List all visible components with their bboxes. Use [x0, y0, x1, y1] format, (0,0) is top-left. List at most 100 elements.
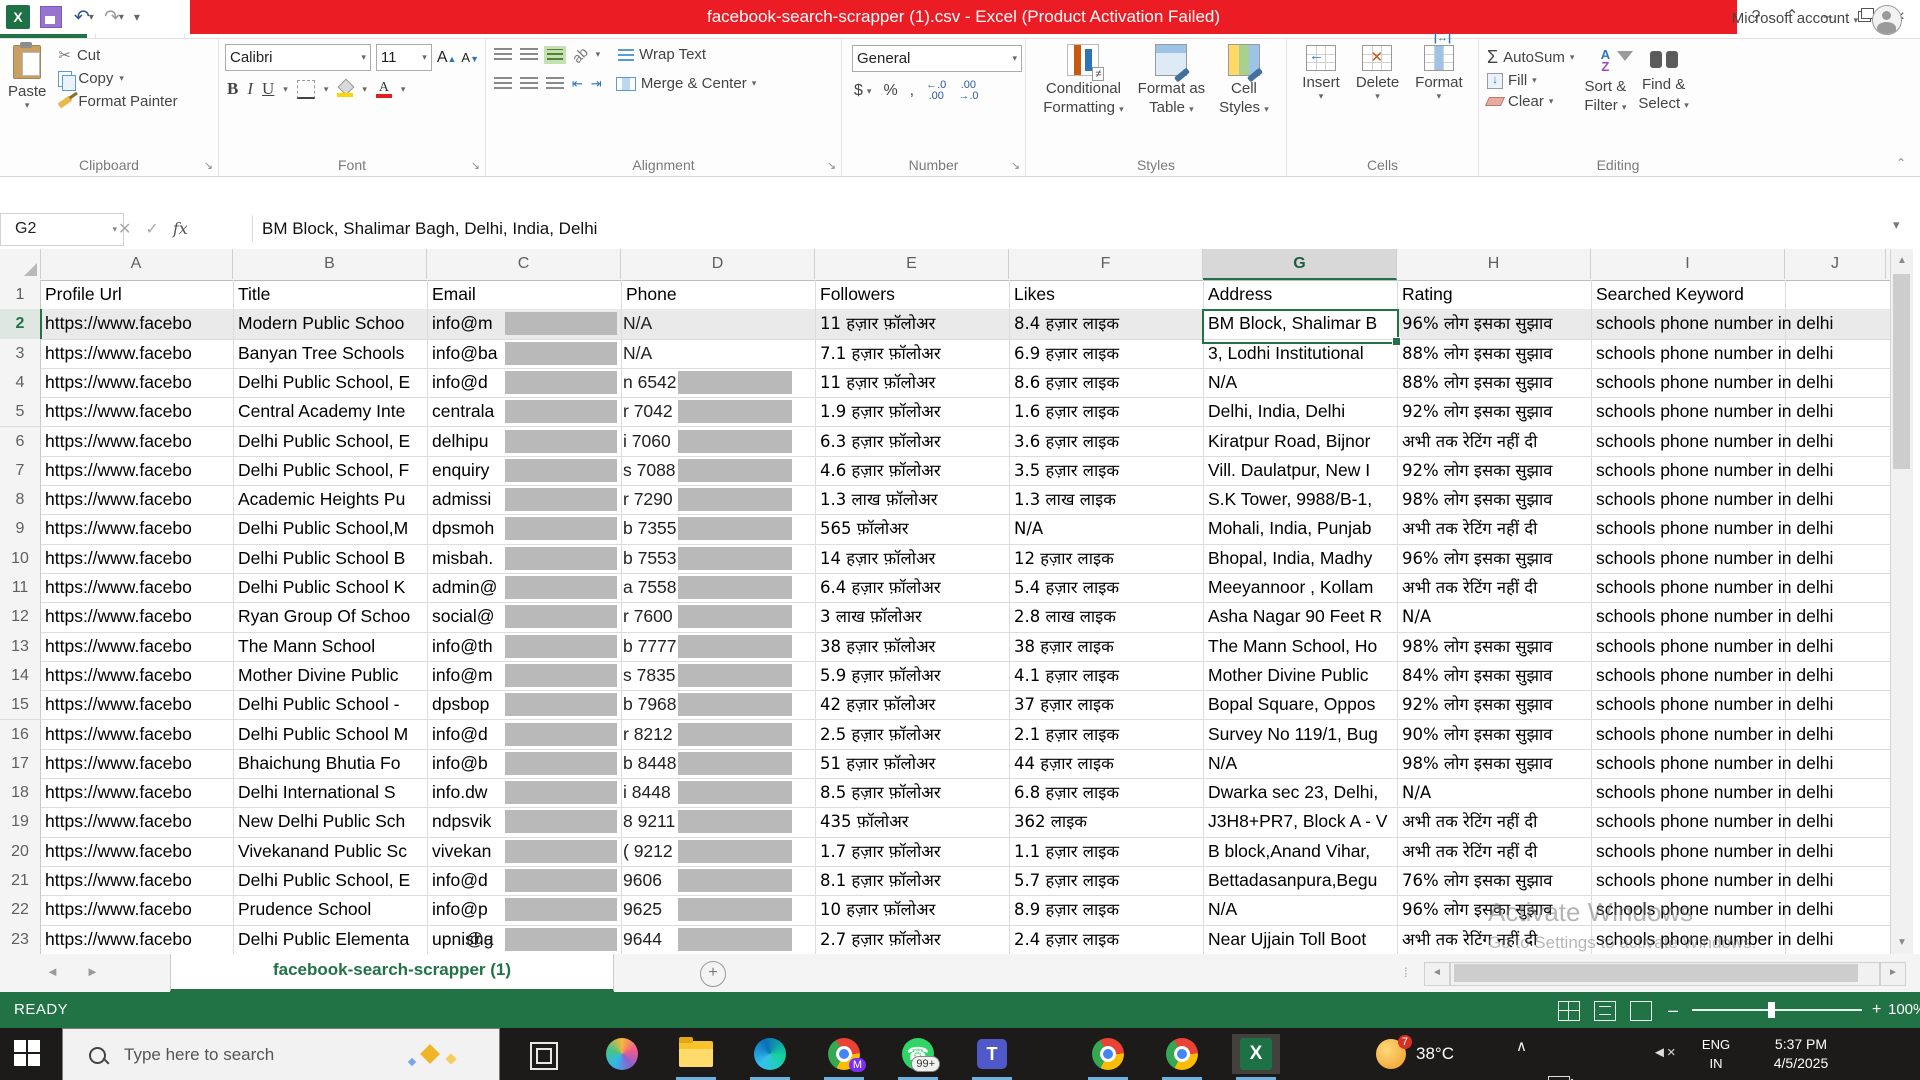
page-break-view-icon[interactable] — [1630, 1001, 1652, 1021]
cell-followers[interactable]: 5.9 हज़ार फ़ॉलोअर — [815, 661, 1010, 690]
account-avatar[interactable] — [1872, 5, 1902, 35]
cell-rating[interactable]: 84% लोग इसका सुझाव — [1397, 661, 1592, 690]
cell-title[interactable]: Delhi Public School, F — [233, 456, 428, 485]
cell-address[interactable]: Kiratpur Road, Bijnor — [1203, 427, 1398, 456]
expand-formula-bar-icon[interactable]: ▾ — [1893, 217, 1900, 233]
cell-address[interactable]: S.K Tower, 9988/B-1, — [1203, 485, 1398, 514]
cell-searched-keyword[interactable]: schools phone number in delhi — [1591, 632, 1786, 661]
cell-searched-keyword[interactable]: schools phone number in delhi — [1591, 690, 1786, 719]
cell-title[interactable]: Banyan Tree Schools — [233, 339, 428, 368]
autosum-button[interactable]: ΣAutoSum▾ — [1487, 47, 1574, 68]
cell-profile-url[interactable]: https://www.facebo — [40, 514, 234, 543]
cell-address[interactable]: B block,Anand Vihar, — [1203, 837, 1398, 866]
cell-rating[interactable]: 96% लोग इसका सुझाव — [1397, 309, 1592, 338]
cell-address[interactable]: Bhopal, India, Madhy — [1203, 544, 1398, 573]
teams-icon[interactable]: T — [968, 1034, 1016, 1074]
microsoft-account[interactable]: Microsoft account ▾ — [1732, 0, 1858, 39]
conditional-formatting-button[interactable]: ConditionalFormatting ▾ — [1036, 39, 1130, 119]
row-header-23[interactable]: 23 — [0, 925, 41, 954]
edge-icon[interactable] — [746, 1034, 794, 1074]
cell-rating[interactable]: अभी तक रेटिंग नहीं दी — [1397, 427, 1592, 456]
cell[interactable]: Phone — [621, 280, 816, 309]
cell-profile-url[interactable]: https://www.facebo — [40, 661, 234, 690]
cell-title[interactable]: New Delhi Public Sch — [233, 807, 428, 836]
chrome-gmail-icon[interactable]: M — [820, 1034, 868, 1074]
cell-followers[interactable]: 10 हज़ार फ़ॉलोअर — [815, 895, 1010, 924]
cell-rating[interactable]: अभी तक रेटिंग नहीं दी — [1397, 573, 1592, 602]
sheet-tab[interactable]: facebook-search-scrapper (1) — [170, 954, 614, 992]
cell-followers[interactable]: 1.7 हज़ार फ़ॉलोअर — [815, 837, 1010, 866]
cell-likes[interactable]: 8.9 हज़ार लाइक — [1009, 895, 1204, 924]
column-header-C[interactable]: C — [427, 249, 621, 279]
cell[interactable] — [1785, 632, 1890, 661]
cell-profile-url[interactable]: https://www.facebo — [40, 895, 234, 924]
fill-color-icon[interactable] — [337, 81, 353, 97]
cell-title[interactable]: Central Academy Inte — [233, 397, 428, 426]
copy-button[interactable]: Copy▾ — [54, 67, 181, 90]
cell-likes[interactable]: 2.4 हज़ार लाइक — [1009, 925, 1204, 954]
format-cells-button[interactable]: |↔| Format▾ — [1407, 39, 1471, 102]
cell-address[interactable]: N/A — [1203, 749, 1398, 778]
cell-searched-keyword[interactable]: schools phone number in delhi — [1591, 573, 1786, 602]
cell-rating[interactable]: 98% लोग इसका सुझाव — [1397, 632, 1592, 661]
row-header-16[interactable]: 16 — [0, 720, 41, 749]
align-bottom-icon[interactable] — [546, 48, 564, 62]
cut-button[interactable]: ✂Cut — [54, 43, 181, 67]
row-header-7[interactable]: 7 — [0, 456, 41, 485]
cell-likes[interactable]: 37 हज़ार लाइक — [1009, 690, 1204, 719]
cell[interactable] — [1785, 925, 1890, 954]
cell-followers[interactable]: 14 हज़ार फ़ॉलोअर — [815, 544, 1010, 573]
cell-profile-url[interactable]: https://www.facebo — [40, 807, 234, 836]
row-header-17[interactable]: 17 — [0, 749, 41, 778]
cell[interactable]: Email — [427, 280, 622, 309]
merge-center-button[interactable]: Merge & Center▾ — [616, 75, 756, 92]
cell-profile-url[interactable]: https://www.facebo — [40, 632, 234, 661]
insert-function-icon[interactable]: fx — [173, 219, 188, 238]
percent-format-icon[interactable]: % — [883, 82, 897, 100]
horizontal-scroll-thumb[interactable] — [1454, 964, 1858, 982]
cell-address[interactable]: Asha Nagar 90 Feet R — [1203, 602, 1398, 631]
cell-searched-keyword[interactable]: schools phone number in delhi — [1591, 837, 1786, 866]
cell-likes[interactable]: 1.1 हज़ार लाइक — [1009, 837, 1204, 866]
align-center-icon[interactable] — [520, 77, 538, 91]
row-header-2[interactable]: 2 — [0, 309, 42, 338]
cell[interactable] — [1785, 895, 1890, 924]
cell-followers[interactable]: 11 हज़ार फ़ॉलोअर — [815, 368, 1010, 397]
accounting-format-icon[interactable]: $ — [854, 82, 863, 100]
column-header-H[interactable]: H — [1397, 249, 1591, 279]
tab-scroll-splitter[interactable]: ⁞ — [1404, 965, 1410, 980]
cell-title[interactable]: Delhi Public School, E — [233, 866, 428, 895]
cell-profile-url[interactable]: https://www.facebo — [40, 397, 234, 426]
cell[interactable] — [1785, 866, 1890, 895]
cell-address[interactable]: J3H8+PR7, Block A - V — [1203, 807, 1398, 836]
alignment-dialog-launcher-icon[interactable]: ↘ — [827, 159, 836, 172]
cell-followers[interactable]: 435 फ़ॉलोअर — [815, 807, 1010, 836]
cell[interactable] — [1785, 280, 1890, 309]
decrease-indent-icon[interactable]: ⇤ — [572, 76, 583, 92]
cell-profile-url[interactable]: https://www.facebo — [40, 925, 234, 954]
undo-icon[interactable]: ↶ — [74, 6, 90, 29]
borders-icon[interactable] — [297, 80, 315, 99]
cell-searched-keyword[interactable]: schools phone number in delhi — [1591, 485, 1786, 514]
orientation-icon[interactable]: ab — [569, 43, 591, 65]
cell[interactable] — [1785, 309, 1890, 338]
cell-followers[interactable]: 42 हज़ार फ़ॉलोअर — [815, 690, 1010, 719]
comma-format-icon[interactable]: , — [910, 82, 914, 100]
start-button[interactable] — [14, 1040, 40, 1066]
decrease-decimal-icon[interactable]: .00→.0 — [958, 80, 978, 102]
cell[interactable] — [1785, 807, 1890, 836]
clipboard-dialog-launcher-icon[interactable]: ↘ — [204, 159, 213, 172]
row-header-18[interactable]: 18 — [0, 778, 41, 807]
insert-cells-button[interactable]: ← Insert▾ — [1294, 39, 1348, 102]
row-header-20[interactable]: 20 — [0, 837, 41, 866]
cell[interactable] — [1785, 485, 1890, 514]
cell-rating[interactable]: अभी तक रेटिंग नहीं दी — [1397, 807, 1592, 836]
cell-title[interactable]: Delhi Public School B — [233, 544, 428, 573]
cell-rating[interactable]: 88% लोग इसका सुझाव — [1397, 339, 1592, 368]
cell-searched-keyword[interactable]: schools phone number in delhi — [1591, 749, 1786, 778]
confirm-entry-icon[interactable]: ✓ — [145, 219, 158, 239]
cell[interactable]: Profile Url — [40, 280, 234, 309]
cell-rating[interactable]: 92% लोग इसका सुझाव — [1397, 397, 1592, 426]
cell-followers[interactable]: 8.5 हज़ार फ़ॉलोअर — [815, 778, 1010, 807]
row-header-1[interactable]: 1 — [0, 280, 41, 309]
